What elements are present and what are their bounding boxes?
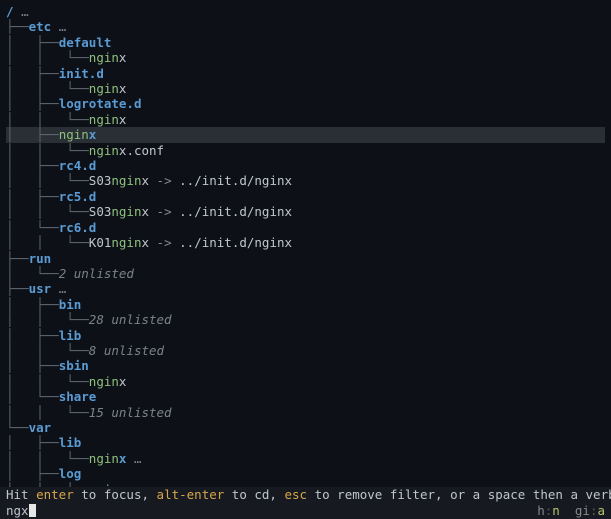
file-tree[interactable]: / …├──etc …│ ├──default│ │ └──nginx│ ├──… bbox=[0, 0, 611, 497]
tree-row[interactable]: │ ├──default bbox=[6, 35, 605, 50]
tree-row[interactable]: │ │ └──8 unlisted bbox=[6, 343, 605, 358]
tree-row[interactable]: │ ├──rc5.d bbox=[6, 189, 605, 204]
tree-row[interactable]: / … bbox=[6, 4, 605, 19]
key-esc: esc bbox=[285, 487, 308, 502]
help-line: Hit enter to focus, alt-enter to cd, esc… bbox=[0, 487, 611, 503]
tree-row[interactable]: │ │ └──nginx bbox=[6, 50, 605, 65]
status-bar: ngx h:n gi:a bbox=[0, 503, 611, 519]
tree-row[interactable]: │ ├──bin bbox=[6, 297, 605, 312]
cursor-icon bbox=[29, 504, 36, 517]
tree-row[interactable]: │ │ └──S03nginx -> ../init.d/nginx bbox=[6, 173, 605, 188]
tree-row[interactable]: │ │ └──28 unlisted bbox=[6, 312, 605, 327]
tree-row[interactable]: │ └──rc6.d bbox=[6, 220, 605, 235]
tree-row[interactable]: │ │ └──nginx bbox=[6, 112, 605, 127]
tree-row[interactable]: │ ├──nginx bbox=[6, 127, 605, 142]
tree-row[interactable]: ├──etc … bbox=[6, 19, 605, 34]
tree-row[interactable]: │ ├──logrotate.d bbox=[6, 96, 605, 111]
tree-row[interactable]: ├──usr … bbox=[6, 281, 605, 296]
search-input[interactable]: ngx bbox=[6, 503, 36, 518]
key-alt-enter: alt-enter bbox=[157, 487, 225, 502]
tree-row[interactable]: │ ├──sbin bbox=[6, 358, 605, 373]
flags: h:n gi:a bbox=[537, 503, 605, 518]
tree-row[interactable]: │ ├──lib bbox=[6, 328, 605, 343]
tree-row[interactable]: ├──run bbox=[6, 251, 605, 266]
key-enter: enter bbox=[36, 487, 74, 502]
tree-row[interactable]: └──var bbox=[6, 420, 605, 435]
tree-row[interactable]: │ │ └──S03nginx -> ../init.d/nginx bbox=[6, 204, 605, 219]
tree-row[interactable]: │ │ └──15 unlisted bbox=[6, 405, 605, 420]
tree-row[interactable]: │ └──share bbox=[6, 389, 605, 404]
tree-row[interactable]: │ ├──log bbox=[6, 466, 605, 481]
tree-row[interactable]: │ ├──init.d bbox=[6, 66, 605, 81]
tree-row[interactable]: │ │ └──nginx bbox=[6, 374, 605, 389]
tree-row[interactable]: │ │ └──nginx bbox=[6, 81, 605, 96]
tree-row[interactable]: │ ├──lib bbox=[6, 435, 605, 450]
tree-row[interactable]: │ └──2 unlisted bbox=[6, 266, 605, 281]
tree-row[interactable]: │ │ └──K01nginx -> ../init.d/nginx bbox=[6, 235, 605, 250]
tree-row[interactable]: │ │ └──nginx … bbox=[6, 451, 605, 466]
tree-row[interactable]: │ ├──rc4.d bbox=[6, 158, 605, 173]
tree-row[interactable]: │ │ └──nginx.conf bbox=[6, 143, 605, 158]
